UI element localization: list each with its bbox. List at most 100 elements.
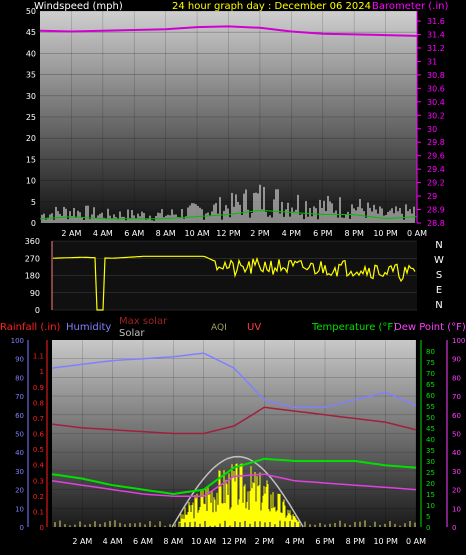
barometer-y-tick: 28.8 — [427, 219, 445, 228]
wind-y-tick: 50 — [26, 7, 36, 16]
compass-labels: NWSEN — [434, 240, 444, 311]
barometer-y-tick: 30.6 — [427, 84, 445, 93]
barometer-y-tick: 31.6 — [427, 17, 445, 26]
wind-x-tick: 8 PM — [344, 229, 363, 238]
barometer-y-tick: 30.2 — [427, 111, 445, 120]
barometer-y-tick: 29.6 — [427, 152, 445, 161]
weather-x-tick: 6 PM — [315, 537, 334, 546]
wind-x-tick: 10 AM — [185, 229, 210, 238]
graph-title: 24 hour graph day : December 06 2024 — [172, 1, 371, 12]
wind-y-tick: 40 — [26, 49, 36, 58]
dewpoint-y-axis: 0 10 20 30 40 50 60 70 80 90 100 — [446, 337, 465, 532]
wind-x-tick: 4 PM — [282, 229, 301, 238]
humidity-y-tick: 60 — [15, 412, 24, 420]
dewpoint-y-tick: 20 — [452, 487, 461, 495]
legend-solar: Solar — [119, 328, 145, 339]
legend-max-solar: Max solar — [119, 316, 168, 327]
wind-y-tick: 0 — [31, 219, 36, 228]
temperature-y-tick: 60 — [426, 392, 435, 400]
wind-x-tick: 0 AM — [407, 229, 427, 238]
weather-x-tick: 10 PM — [373, 537, 398, 546]
wind-y-tick: 45 — [26, 28, 36, 37]
legend-temperature: Temperature (°F) — [311, 322, 397, 333]
barometer-y-tick: 31.4 — [427, 31, 445, 40]
dewpoint-y-tick: 70 — [452, 393, 461, 401]
temperature-y-tick: 0 — [426, 524, 430, 532]
rainfall-y-axis: 0 0.1 0.2 0.3 0.4 0.5 0.6 0.7 0.8 0.9 1 1.1 — [33, 340, 48, 532]
dewpoint-y-tick: 60 — [452, 412, 461, 420]
humidity-y-tick: 80 — [15, 374, 24, 382]
weather-x-tick: 2 PM — [255, 537, 274, 546]
rainfall-y-tick: 0.2 — [33, 493, 44, 501]
direction-y-tick: 90 — [30, 289, 40, 298]
weather-x-tick: 10 AM — [191, 537, 216, 546]
humidity-y-tick: 10 — [15, 505, 24, 513]
weather-x-tick: 4 AM — [103, 537, 123, 546]
temperature-y-tick: 5 — [426, 513, 430, 521]
wind-x-tick: 6 PM — [313, 229, 332, 238]
dewpoint-y-tick: 90 — [452, 356, 461, 364]
wind-x-tick: 4 AM — [93, 229, 113, 238]
wind-y-tick: 20 — [26, 134, 36, 143]
barometer-y-tick: 29.8 — [427, 138, 445, 147]
weather-x-tick: 4 PM — [285, 537, 304, 546]
weather-x-tick: 12 PM — [222, 537, 247, 546]
dewpoint-y-tick: 80 — [452, 374, 461, 382]
temperature-y-tick: 55 — [426, 403, 435, 411]
temperature-y-tick: 80 — [426, 348, 435, 356]
wind-x-tick: 2 AM — [61, 229, 81, 238]
barometer-y-tick: 28.9 — [427, 206, 445, 215]
temperature-y-tick: 10 — [426, 502, 435, 510]
temperature-y-tick: 70 — [426, 370, 435, 378]
barometer-y-tick: 29.4 — [427, 165, 445, 174]
rainfall-y-tick: 0.4 — [33, 462, 45, 470]
wind-x-axis-labels: 2 AM 4 AM 6 AM 8 AM 10 AM 12 PM 2 PM 4 PM 6 PM 8 … — [61, 229, 427, 238]
weather-x-tick: 0 AM — [406, 537, 426, 546]
temperature-y-tick: 40 — [426, 436, 435, 444]
humidity-y-tick: 50 — [15, 431, 24, 439]
barometer-y-tick: 30 — [427, 125, 437, 134]
direction-y-axis: 0 90 180 270 360 — [25, 237, 40, 315]
temperature-y-tick: 30 — [426, 458, 435, 466]
wind-x-tick: 12 PM — [216, 229, 241, 238]
rainfall-y-tick: 0.6 — [33, 431, 45, 439]
rainfall-y-tick: 0.3 — [33, 477, 44, 485]
temperature-y-tick: 15 — [426, 491, 435, 499]
barometer-y-tick: 31.2 — [427, 44, 445, 53]
temperature-y-tick: 45 — [426, 425, 435, 433]
direction-y-tick: 270 — [25, 254, 40, 263]
temperature-y-tick: 50 — [426, 414, 435, 422]
rainfall-y-tick: 0 — [40, 524, 44, 532]
wind-x-tick: 10 PM — [373, 229, 398, 238]
wind-y-tick: 30 — [26, 92, 36, 101]
compass-label: N — [435, 240, 442, 251]
rainfall-y-tick: 0.5 — [33, 446, 44, 454]
weather-x-tick: 6 AM — [133, 537, 153, 546]
legend-dewpoint: Dew Point (°F) — [394, 322, 466, 333]
humidity-y-axis: 0 10 20 30 40 50 60 70 80 90 100 — [11, 337, 29, 532]
compass-label: N — [435, 300, 442, 311]
humidity-y-tick: 70 — [15, 393, 24, 401]
temperature-y-tick: 20 — [426, 480, 435, 488]
wind-y-tick: 15 — [26, 155, 36, 164]
humidity-y-tick: 30 — [15, 468, 24, 476]
weather-x-tick: 2 AM — [72, 537, 92, 546]
temperature-y-tick: 75 — [426, 359, 435, 367]
direction-y-tick: 360 — [25, 237, 40, 246]
temperature-y-axis: 0 5 10 15 20 25 30 35 40 45 50 55 60 65 70 75 80 — [420, 340, 435, 532]
rainfall-y-tick: 1 — [40, 368, 44, 376]
dewpoint-y-tick: 30 — [452, 468, 461, 476]
temperature-y-tick: 25 — [426, 469, 435, 477]
rainfall-y-tick: 0.7 — [33, 415, 44, 423]
weather-graph: Windspeed (mph) 24 hour graph day : Dece… — [0, 1, 466, 546]
barometer-axis-title: Barometer (.in) — [372, 1, 448, 12]
weather-x-tick: 8 PM — [346, 537, 365, 546]
weather-x-axis-labels: 2 AM 4 AM 6 AM 8 AM 10 AM 12 PM 2 PM 4 PM 6 PM 8 … — [72, 537, 426, 546]
rainfall-y-tick: 0.9 — [33, 384, 44, 392]
barometer-y-tick: 30.8 — [427, 71, 445, 80]
direction-y-tick: 180 — [25, 272, 40, 281]
humidity-y-tick: 100 — [11, 337, 24, 345]
rainfall-y-tick: 0.8 — [33, 399, 44, 407]
wind-y-tick: 35 — [26, 71, 36, 80]
dewpoint-y-tick: 100 — [452, 337, 465, 345]
